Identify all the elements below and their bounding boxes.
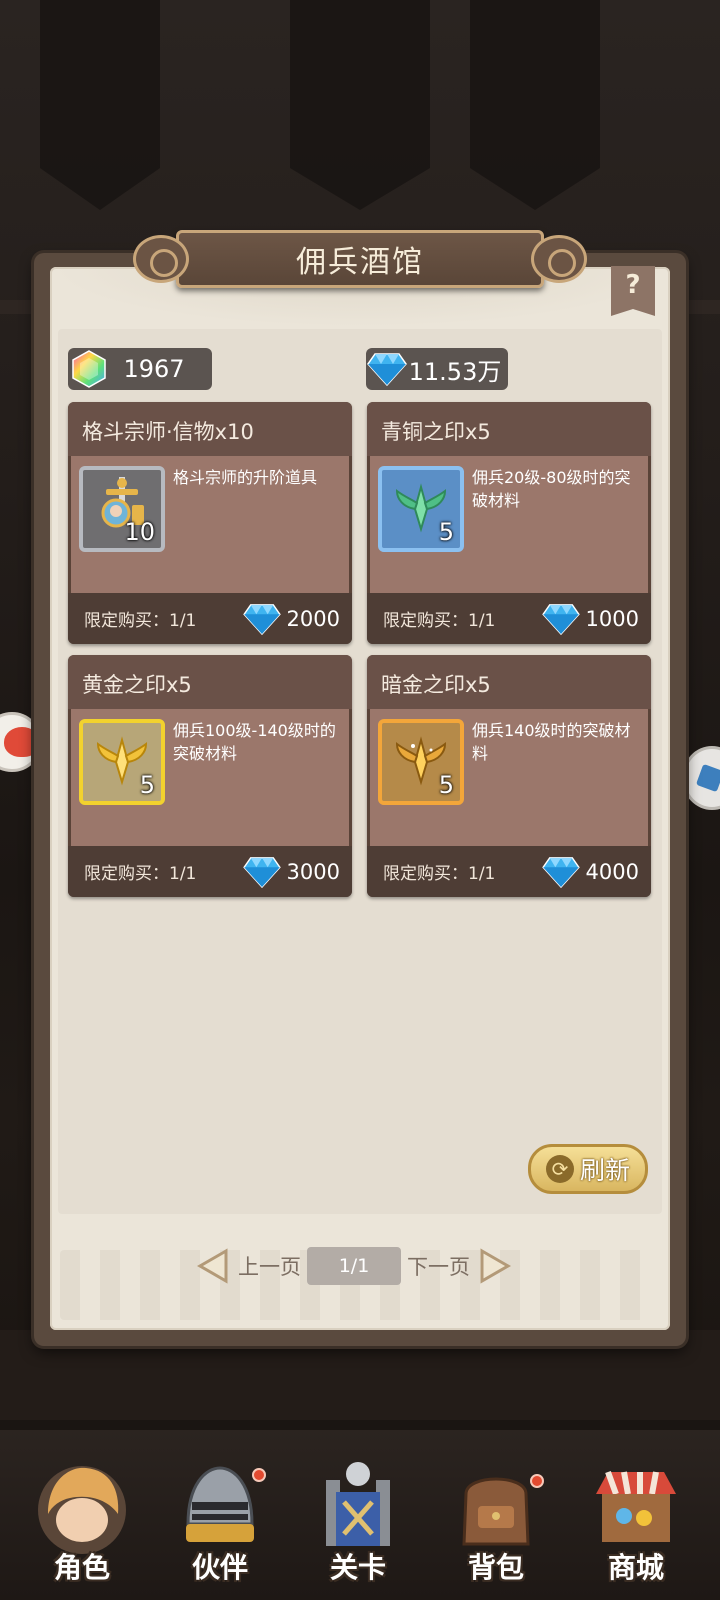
gem-amount: 1967 [123, 355, 185, 383]
item-body: 5 佣兵100级-140级时的突破材料 [71, 709, 349, 846]
nav-label: 伙伴 [191, 1551, 248, 1584]
item-description: 佣兵100级-140级时的突破材料 [173, 721, 336, 763]
item-name: 格斗宗师·信物x10 [68, 402, 352, 456]
refresh-label: 刷新 [579, 1156, 630, 1185]
item-description: 佣兵20级-80级时的突破材料 [472, 468, 631, 510]
shop-item-card[interactable]: 黄金之印x5 5 佣兵100级-140级时的突破材料 限定购买：1/1 3000 [68, 655, 352, 897]
item-slot[interactable]: 10 [79, 466, 165, 552]
shop-stall-icon [596, 1470, 676, 1542]
item-body: 5 佣兵20级-80级时的突破材料 [370, 456, 648, 593]
item-quantity: 5 [139, 771, 155, 799]
title-plate: 佣兵酒馆 [133, 230, 587, 288]
purchase-limit: 限定购买：1/1 [383, 611, 496, 631]
prev-page-button[interactable]: 上一页 [238, 1251, 301, 1281]
nav-backpack[interactable]: 背包 [436, 1454, 556, 1600]
ornament-right-icon [531, 235, 587, 283]
item-body: 10 格斗宗师的升阶道具 [71, 456, 349, 593]
cube-icon [695, 763, 720, 793]
buy-price-button[interactable]: 1000 [541, 603, 639, 635]
gem-currency: 1967 [68, 348, 212, 390]
item-name: 黄金之印x5 [68, 655, 352, 709]
nav-label: 角色 [53, 1551, 110, 1584]
item-slot[interactable]: 5 [378, 466, 464, 552]
item-quantity: 5 [438, 518, 454, 546]
character-icon [38, 1466, 126, 1554]
bottom-nav: 角色 伙伴 关卡 背包 商城 [0, 1430, 720, 1600]
notification-dot [530, 1474, 544, 1488]
purchase-limit: 限定购买：1/1 [84, 611, 197, 631]
hanging-banner [40, 0, 160, 210]
refresh-button[interactable]: ⟳ 刷新 [528, 1144, 648, 1194]
price-value: 4000 [585, 859, 639, 884]
help-button[interactable]: ? [611, 266, 655, 316]
diamond-amount: 11.53万 [408, 357, 502, 386]
hanging-banner [290, 0, 430, 210]
page-title: 佣兵酒馆 [296, 245, 424, 280]
diamond-icon [541, 856, 580, 888]
refresh-icon: ⟳ [545, 1155, 574, 1183]
nav-partner[interactable]: 伙伴 [160, 1454, 280, 1600]
diamond-currency: 11.53万 [366, 348, 508, 390]
shop-item-card[interactable]: 青铜之印x5 5 佣兵20级-80级时的突破材料 限定购买：1/1 1000 [367, 402, 651, 644]
nav-shop[interactable]: 商城 [576, 1454, 696, 1600]
item-description: 格斗宗师的升阶道具 [173, 468, 318, 487]
diamond-icon [242, 856, 281, 888]
prev-arrow-icon[interactable] [196, 1248, 232, 1284]
purchase-limit: 限定购买：1/1 [84, 864, 197, 884]
diamond-icon [541, 603, 580, 635]
item-name: 青铜之印x5 [367, 402, 651, 456]
diamond-icon [242, 603, 281, 635]
item-slot[interactable]: 5 [378, 719, 464, 805]
item-body: 5 佣兵140级时的突破材料 [370, 709, 648, 846]
buy-price-button[interactable]: 3000 [242, 856, 340, 888]
nav-label: 背包 [467, 1551, 524, 1584]
nav-label: 关卡 [329, 1551, 386, 1584]
item-quantity: 10 [124, 518, 155, 546]
item-description: 佣兵140级时的突破材料 [472, 721, 631, 763]
backpack-icon [462, 1477, 530, 1546]
buy-price-button[interactable]: 2000 [242, 603, 340, 635]
item-slot[interactable]: 5 [79, 719, 165, 805]
hanging-banner [470, 0, 600, 210]
notification-dot [252, 1468, 266, 1482]
question-icon: ? [625, 270, 641, 300]
item-footer: 限定购买：1/1 1000 [367, 593, 651, 644]
item-footer: 限定购买：1/1 2000 [68, 593, 352, 644]
nav-label: 商城 [607, 1551, 664, 1584]
shop-item-card[interactable]: 格斗宗师·信物x10 10 格斗宗师的升阶道具 限定购买：1/1 2000 [68, 402, 352, 644]
page-indicator: 1/1 [307, 1247, 401, 1285]
shop-item-card[interactable]: 暗金之印x5 5 佣兵140级时的突破材料 限定购买：1/1 4000 [367, 655, 651, 897]
item-footer: 限定购买：1/1 4000 [367, 846, 651, 897]
nav-character[interactable]: 角色 [22, 1454, 142, 1600]
next-arrow-icon[interactable] [476, 1248, 512, 1284]
item-quantity: 5 [438, 771, 454, 799]
price-value: 3000 [286, 859, 340, 884]
purchase-limit: 限定购买：1/1 [383, 864, 496, 884]
next-page-button[interactable]: 下一页 [407, 1251, 470, 1281]
stage-gate-icon [326, 1462, 390, 1546]
nav-stage[interactable]: 关卡 [298, 1454, 418, 1600]
ornament-left-icon [133, 235, 189, 283]
buy-price-button[interactable]: 4000 [541, 856, 639, 888]
item-name: 暗金之印x5 [367, 655, 651, 709]
pagination: 上一页 1/1 下一页 [196, 1245, 524, 1287]
item-footer: 限定购买：1/1 3000 [68, 846, 352, 897]
price-value: 2000 [286, 606, 340, 631]
price-value: 1000 [585, 606, 639, 631]
